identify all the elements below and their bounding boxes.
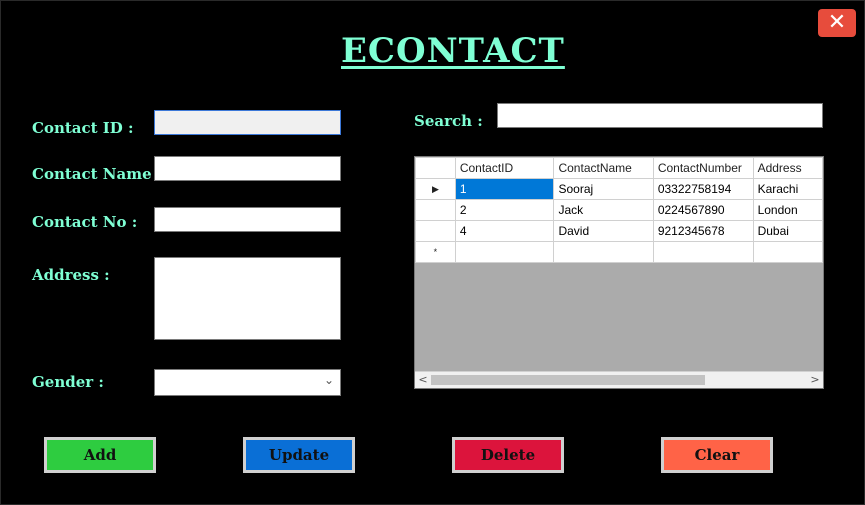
contacts-table: ContactID ContactName ContactNumber Addr…: [415, 157, 823, 263]
table-cell[interactable]: 1: [454, 178, 555, 200]
add-button[interactable]: Add: [44, 437, 156, 473]
horizontal-scrollbar[interactable]: < >: [415, 371, 823, 388]
new-row-icon[interactable]: *: [415, 241, 456, 263]
table-cell[interactable]: [553, 241, 654, 263]
column-header-contactname[interactable]: ContactName: [553, 157, 654, 179]
table-cell[interactable]: 0224567890: [652, 199, 754, 221]
table-cell[interactable]: Dubai: [752, 220, 823, 242]
contact-name-field[interactable]: [154, 156, 341, 181]
address-label: Address :: [32, 266, 110, 284]
close-button[interactable]: ✕: [818, 9, 856, 37]
table-cell[interactable]: 03322758194: [652, 178, 754, 200]
column-header-address[interactable]: Address: [752, 157, 823, 179]
table-cell[interactable]: Karachi: [752, 178, 823, 200]
delete-button[interactable]: Delete: [452, 437, 564, 473]
row-header[interactable]: [415, 199, 456, 221]
app-title: ECONTACT: [341, 31, 565, 71]
gender-select[interactable]: ⌄: [154, 369, 341, 396]
table-row[interactable]: 2 Jack 0224567890 London: [415, 199, 823, 221]
table-cell[interactable]: London: [752, 199, 823, 221]
grid-header-row: ContactID ContactName ContactNumber Addr…: [415, 157, 823, 179]
update-button[interactable]: Update: [243, 437, 355, 473]
table-cell[interactable]: [652, 241, 754, 263]
scroll-right-icon[interactable]: >: [807, 372, 823, 388]
chevron-down-icon[interactable]: ⌄: [324, 373, 334, 387]
search-input[interactable]: [497, 103, 823, 128]
row-header-corner: [415, 157, 456, 179]
table-cell[interactable]: David: [553, 220, 654, 242]
column-header-contactnumber[interactable]: ContactNumber: [652, 157, 754, 179]
contact-no-label: Contact No :: [32, 213, 138, 231]
table-row[interactable]: 4 David 9212345678 Dubai: [415, 220, 823, 242]
table-cell[interactable]: [454, 241, 555, 263]
table-row[interactable]: ▶ 1 Sooraj 03322758194 Karachi: [415, 178, 823, 200]
contact-id-field[interactable]: [154, 110, 341, 135]
table-cell[interactable]: [752, 241, 823, 263]
row-header[interactable]: [415, 220, 456, 242]
scrollbar-thumb[interactable]: [431, 375, 705, 385]
current-row-icon[interactable]: ▶: [415, 178, 456, 200]
scroll-left-icon[interactable]: <: [415, 372, 431, 388]
address-textarea[interactable]: [154, 257, 341, 340]
table-cell[interactable]: Jack: [553, 199, 654, 221]
contact-name-label: Contact Name :: [32, 165, 163, 183]
gender-label: Gender :: [32, 373, 104, 391]
column-header-contactid[interactable]: ContactID: [454, 157, 555, 179]
clear-button[interactable]: Clear: [661, 437, 773, 473]
econtact-window: ✕ ECONTACT Contact ID : Contact Name : C…: [0, 0, 865, 505]
contact-id-label: Contact ID :: [32, 119, 134, 137]
contact-no-field[interactable]: [154, 207, 341, 232]
new-row[interactable]: *: [415, 241, 823, 263]
table-cell[interactable]: 4: [454, 220, 555, 242]
table-cell[interactable]: Sooraj: [553, 178, 654, 200]
table-cell[interactable]: 9212345678: [652, 220, 754, 242]
search-label: Search :: [414, 112, 483, 130]
table-cell[interactable]: 2: [454, 199, 555, 221]
contacts-grid[interactable]: ContactID ContactName ContactNumber Addr…: [414, 156, 824, 389]
